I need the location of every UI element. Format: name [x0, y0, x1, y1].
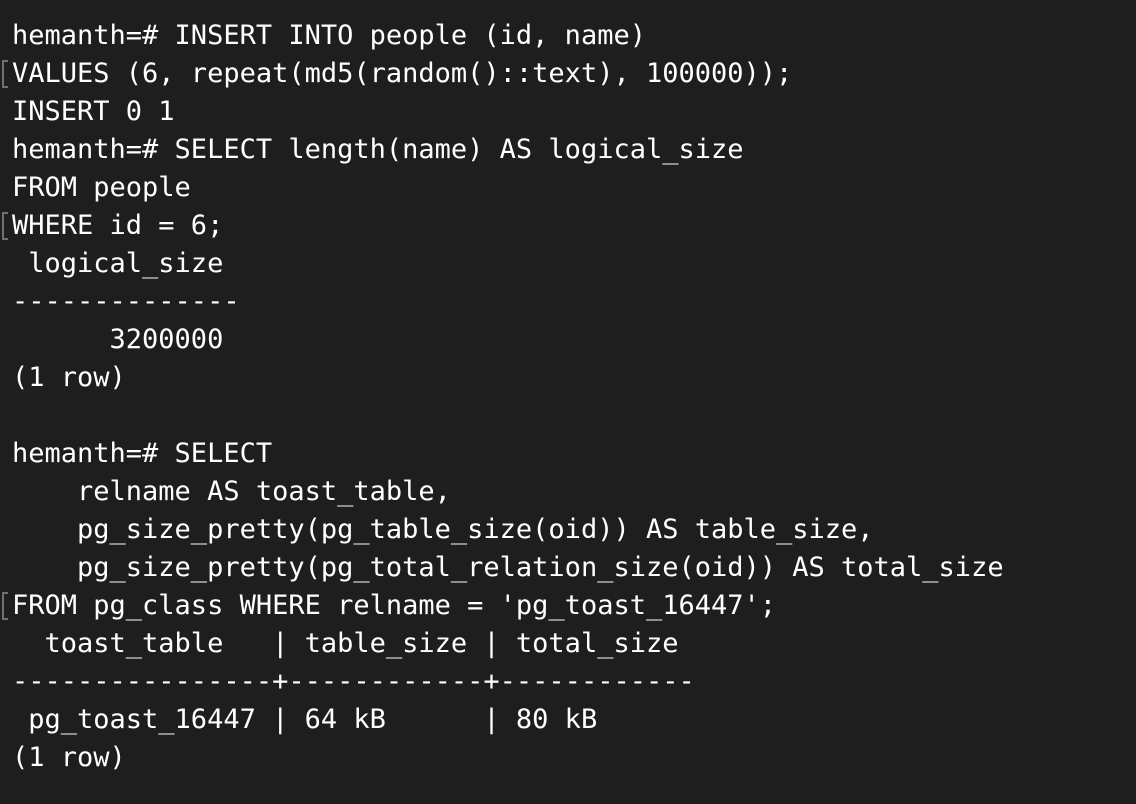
- line-continuation-marker: [2, 212, 8, 240]
- terminal-line: hemanth=# SELECT length(name) AS logical…: [12, 134, 744, 165]
- terminal-line: logical_size: [12, 248, 224, 279]
- terminal-line: INSERT 0 1: [12, 96, 175, 127]
- terminal-window[interactable]: hemanth=# INSERT INTO people (id, name) …: [0, 0, 1136, 804]
- terminal-line: WHERE id = 6;: [12, 210, 224, 241]
- terminal-line: pg_toast_16447 | 64 kB | 80 kB: [12, 704, 598, 735]
- terminal-line: VALUES (6, repeat(md5(random()::text), 1…: [12, 58, 793, 89]
- terminal-line: toast_table | table_size | total_size: [12, 628, 679, 659]
- terminal-line: pg_size_pretty(pg_table_size(oid)) AS ta…: [12, 514, 874, 545]
- line-continuation-marker: [2, 60, 8, 88]
- line-continuation-marker: [2, 592, 8, 620]
- terminal-line: --------------: [12, 286, 240, 317]
- terminal-line: hemanth=# SELECT: [12, 438, 273, 469]
- terminal-line: pg_size_pretty(pg_total_relation_size(oi…: [12, 552, 1004, 583]
- terminal-line: hemanth=# INSERT INTO people (id, name): [12, 20, 646, 51]
- terminal-line: FROM people: [12, 172, 191, 203]
- terminal-line: (1 row): [12, 742, 126, 773]
- terminal-line: relname AS toast_table,: [12, 476, 451, 507]
- terminal-line: ----------------+------------+----------…: [12, 666, 695, 697]
- terminal-line: FROM pg_class WHERE relname = 'pg_toast_…: [12, 590, 777, 621]
- terminal-line: (1 row): [12, 362, 126, 393]
- terminal-line: 3200000: [12, 324, 224, 355]
